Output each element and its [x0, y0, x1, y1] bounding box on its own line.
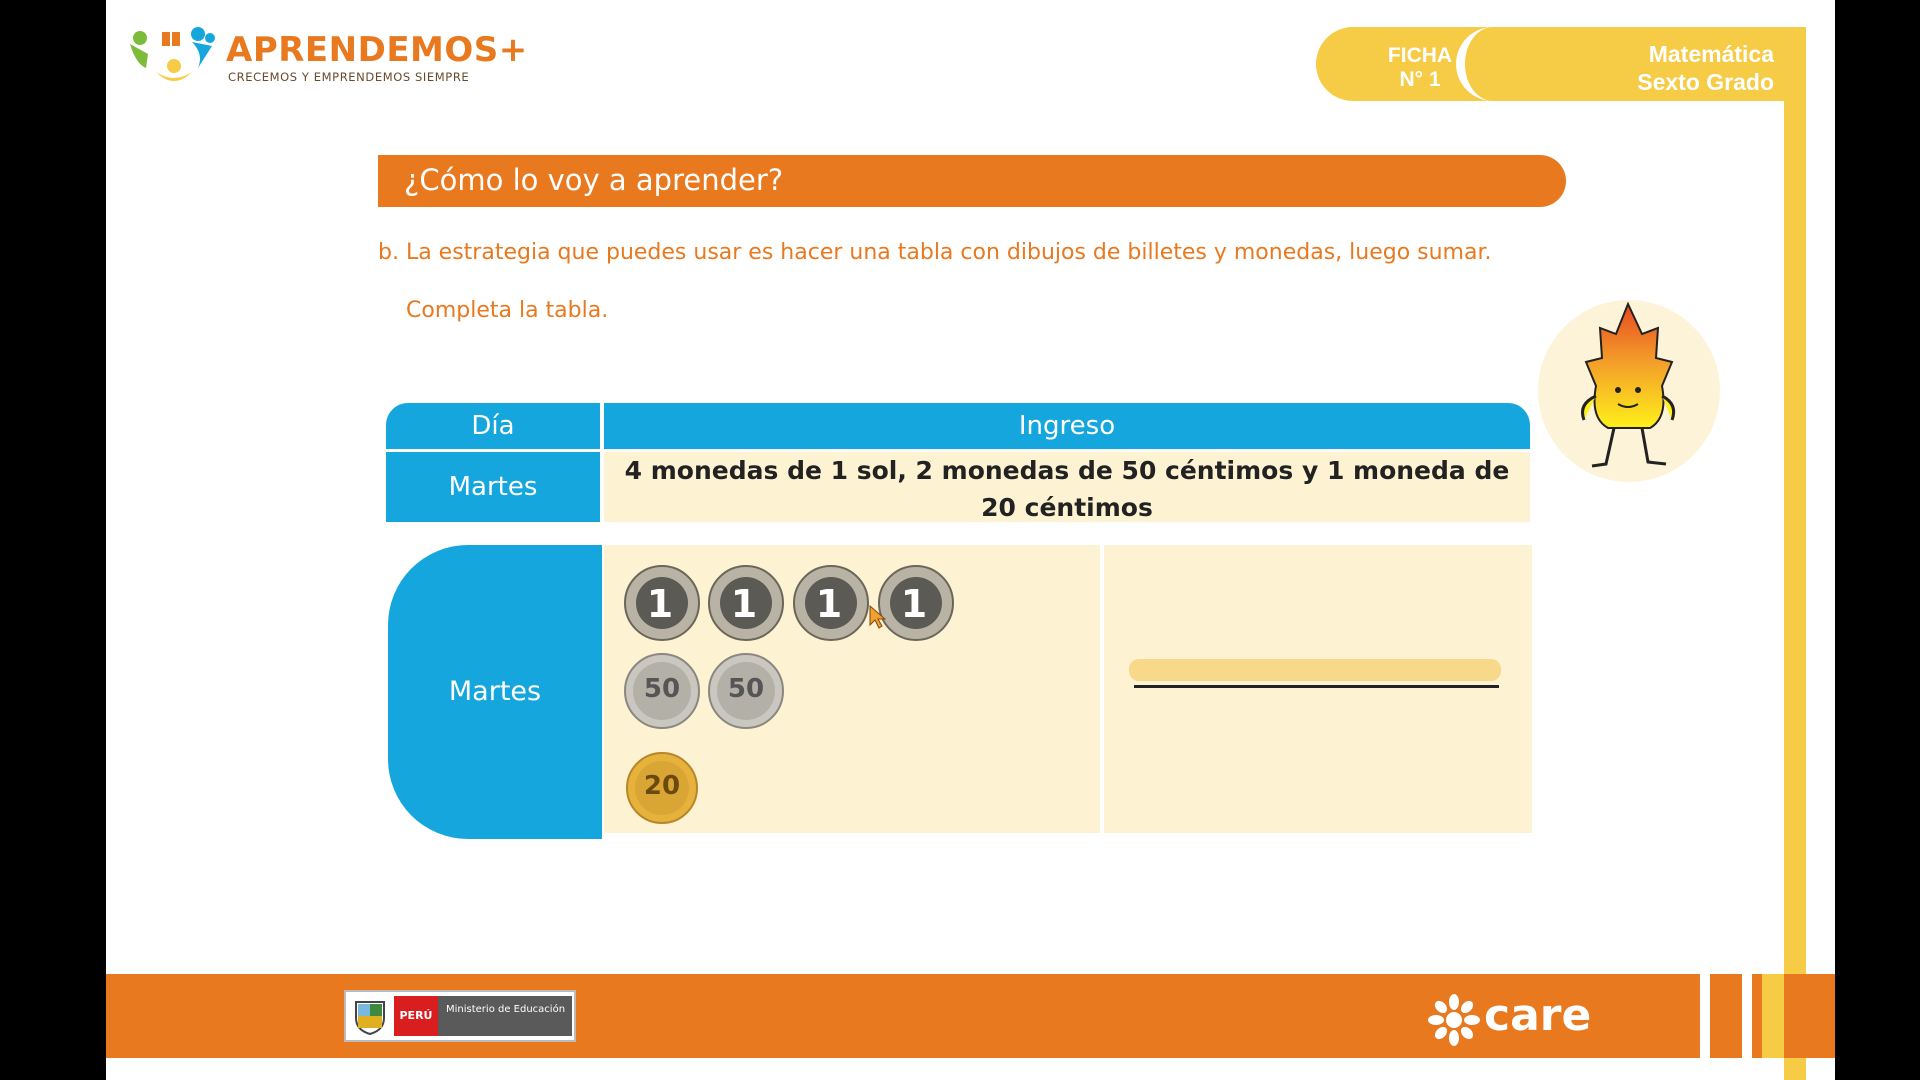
footer-stripe	[1742, 974, 1752, 1058]
coin-1-sol-icon: 1	[878, 565, 954, 641]
coin-1-sol-icon: 1	[708, 565, 784, 641]
right-decor-bar	[1784, 100, 1806, 1080]
svg-text:1: 1	[901, 582, 927, 626]
footer-yellow-stripe	[1762, 974, 1784, 1058]
footer: PERÚ Ministerio de Educación care	[106, 974, 1835, 1058]
mascot	[1538, 300, 1720, 482]
svg-text:50: 50	[644, 674, 680, 704]
section-title: ¿Cómo lo voy a aprender?	[404, 163, 784, 197]
subject-text: Matemática	[1648, 41, 1774, 67]
mouse-cursor-icon	[869, 605, 887, 629]
flame-mascot-icon	[1581, 301, 1676, 468]
peru-shield-icon	[355, 1001, 385, 1036]
row1-description-cell: 4 monedas de 1 sol, 2 monedas de 50 cént…	[604, 452, 1530, 522]
answer-input[interactable]	[1129, 659, 1501, 681]
slide: APRENDEMOS+ CRECEMOS Y EMPRENDEMOS SIEMP…	[106, 0, 1835, 1080]
grade-text: Sexto Grado	[1637, 69, 1774, 95]
svg-text:1: 1	[647, 582, 673, 626]
row1-day-cell: Martes	[386, 452, 600, 522]
coin-1-sol-icon: 1	[793, 565, 869, 641]
care-logo: care	[1428, 990, 1598, 1046]
svg-text:1: 1	[816, 582, 842, 626]
coin-1-sol-icon: 1	[624, 565, 700, 641]
minedu-logo: PERÚ Ministerio de Educación	[344, 990, 576, 1042]
section-header: ¿Cómo lo voy a aprender?	[378, 155, 1566, 207]
row2-day-cell: Martes	[388, 545, 602, 839]
logo-subtitle: CRECEMOS Y EMPRENDEMOS SIEMPRE	[228, 70, 470, 84]
care-text: care	[1484, 990, 1592, 1041]
table-header-day: Día	[386, 403, 600, 449]
coin-50-centimos-icon: 50	[708, 653, 784, 729]
peru-label: PERÚ	[394, 996, 438, 1036]
answer-cell	[1104, 545, 1532, 833]
complete-instruction: Completa la tabla.	[406, 298, 609, 323]
svg-text:50: 50	[728, 674, 764, 704]
care-hands-icon	[1428, 994, 1480, 1046]
footer-stripe	[1700, 974, 1710, 1058]
coins-cell: 1 1 1 1 50 50 20	[604, 545, 1100, 833]
ficha-number: N° 1	[1399, 68, 1441, 91]
logo-title: APRENDEMOS+	[226, 30, 528, 70]
coin-50-centimos-icon: 50	[624, 653, 700, 729]
strategy-instruction: b. La estrategia que puedes usar es hace…	[378, 240, 1492, 265]
subject-label: Matemática Sexto Grado	[1546, 40, 1774, 96]
coin-20-centimos-icon: 20	[626, 752, 698, 824]
answer-underline	[1134, 685, 1499, 688]
table-header-income: Ingreso	[604, 403, 1530, 449]
svg-text:20: 20	[644, 771, 680, 801]
people-icon	[130, 27, 215, 81]
aprendemos-logo: APRENDEMOS+ CRECEMOS Y EMPRENDEMOS SIEMP…	[126, 24, 527, 94]
svg-text:1: 1	[731, 582, 757, 626]
ficha-text: FICHA	[1387, 44, 1453, 67]
ficha-label: FICHA N° 1	[1360, 44, 1480, 92]
ministry-label: Ministerio de Educación	[438, 996, 572, 1036]
